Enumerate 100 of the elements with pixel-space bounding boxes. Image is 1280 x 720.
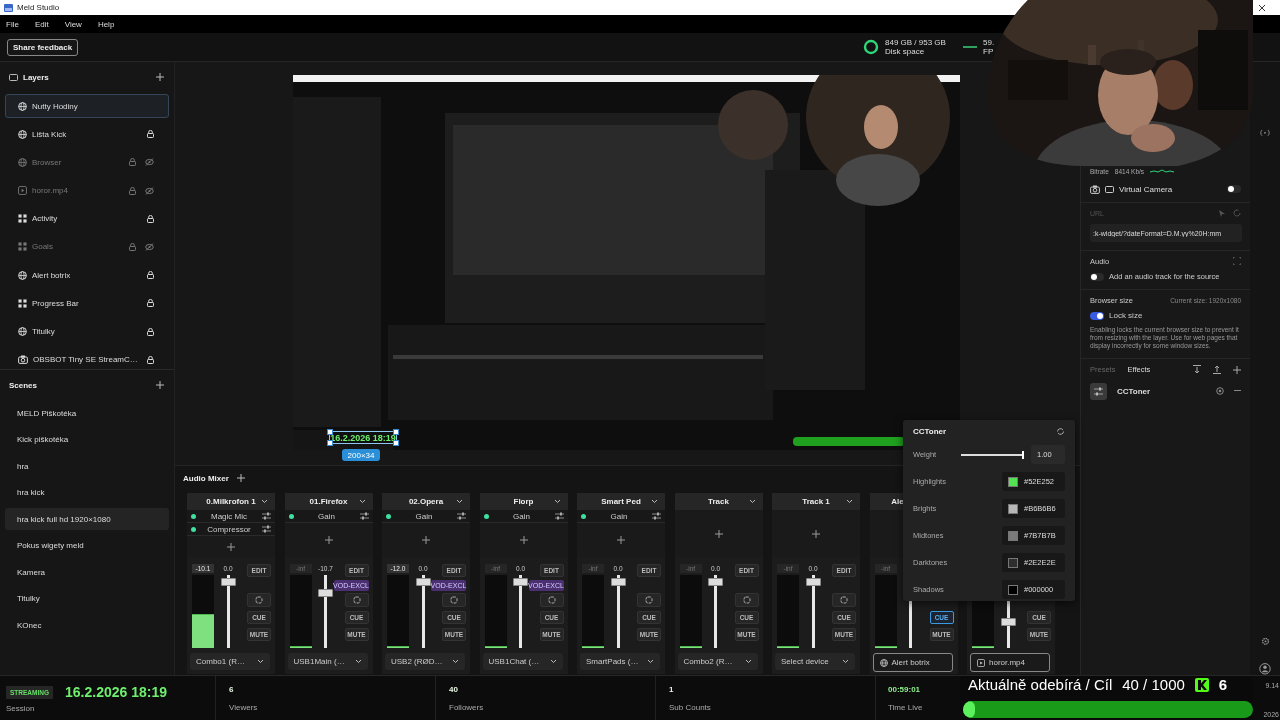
add-icon[interactable] (1233, 365, 1241, 374)
virtual-camera-toggle[interactable] (1227, 185, 1241, 193)
fader-knob[interactable] (805, 578, 821, 587)
add-effect-icon[interactable] (617, 536, 625, 544)
layer-item[interactable]: Progress Bar (5, 291, 169, 316)
scene-item[interactable]: hra kick full hd 1920×1080 (5, 508, 169, 530)
scene-item[interactable]: Kick piškotéka (5, 428, 169, 451)
hidden-eye-icon[interactable] (145, 242, 154, 251)
sliders-icon[interactable] (554, 512, 564, 520)
fader-knob[interactable] (513, 578, 528, 587)
add-effect-icon[interactable] (324, 536, 333, 544)
weight-slider[interactable] (961, 453, 1023, 456)
hidden-eye-icon[interactable] (145, 186, 154, 195)
menu-item[interactable]: File (6, 19, 19, 29)
layer-item[interactable]: Lišta Kick (5, 122, 169, 147)
loop-button[interactable] (832, 593, 856, 607)
effect-item[interactable]: CCToner (1081, 380, 1250, 402)
layer-item[interactable]: horor.mp4 (5, 178, 169, 203)
channel-header[interactable]: 0.Milkrofon 1 (187, 493, 275, 510)
sliders-icon[interactable] (652, 512, 661, 520)
fader-knob[interactable] (318, 589, 333, 598)
effect-row[interactable]: Gain (577, 510, 665, 523)
scene-item[interactable]: hra kick (5, 481, 169, 504)
loop-button[interactable] (247, 593, 271, 607)
menu-item[interactable]: View (64, 19, 82, 29)
lock-icon[interactable] (147, 355, 154, 364)
device-dropdown[interactable]: Combo2 (R… (677, 653, 758, 670)
fader-knob[interactable] (610, 578, 626, 587)
add-effect-icon[interactable] (519, 536, 528, 544)
add-effect-icon[interactable] (812, 529, 820, 538)
device-dropdown[interactable]: USB1Main (… (287, 653, 368, 670)
menu-item[interactable]: Help (97, 19, 115, 29)
device-dropdown[interactable]: Select device (775, 653, 855, 670)
effect-row[interactable]: Magic Mic (187, 510, 275, 523)
fader-knob[interactable] (220, 578, 236, 587)
scene-item[interactable]: Kamera (5, 561, 169, 583)
layer-item[interactable]: Nutty Hodiny (5, 94, 169, 118)
source-button[interactable]: Alert botrix (872, 653, 953, 672)
loop-button[interactable] (442, 593, 466, 607)
device-dropdown[interactable]: USB1Chat (… (482, 653, 563, 670)
loop-button[interactable] (637, 593, 661, 607)
effect-row[interactable]: Gain (382, 510, 470, 523)
effect-row[interactable]: Gain (284, 510, 373, 523)
lock-icon[interactable] (147, 271, 154, 280)
sliders-icon[interactable] (457, 512, 466, 520)
loop-button[interactable] (539, 593, 564, 607)
source-button[interactable]: horor.mp4 (970, 653, 1050, 672)
effect-row[interactable]: Gain (479, 510, 568, 523)
share-feedback-button[interactable]: Share feedback (7, 38, 79, 56)
close-icon[interactable] (1258, 3, 1266, 12)
cursor-icon[interactable] (1219, 209, 1225, 217)
channel-header[interactable]: Track 1 (772, 493, 860, 510)
lock-icon[interactable] (147, 214, 154, 223)
fader-knob[interactable] (1000, 618, 1016, 627)
fader-knob[interactable] (708, 578, 723, 587)
channel-header[interactable]: Florp (479, 493, 568, 510)
add-icon[interactable] (236, 474, 245, 482)
layer-item[interactable]: OBSBOT Tiny SE StreamC… (5, 347, 169, 369)
effect-row[interactable]: Compressor (187, 523, 275, 536)
add-effect-icon[interactable] (422, 536, 430, 544)
user-icon[interactable] (1259, 663, 1271, 675)
eye-icon[interactable] (1216, 387, 1224, 395)
loop-button[interactable] (344, 593, 369, 607)
device-dropdown[interactable]: USB2 (RØD… (385, 653, 465, 670)
sliders-icon[interactable] (262, 512, 271, 520)
lock-icon[interactable] (147, 299, 154, 308)
scene-item[interactable]: hra (5, 455, 169, 477)
add-effect-icon[interactable] (227, 542, 235, 551)
add-icon[interactable] (156, 381, 164, 389)
add-effect-icon[interactable] (714, 529, 723, 538)
selected-text-layer[interactable]: 16.2.2026 18:19 (329, 431, 397, 444)
reset-icon[interactable] (1056, 426, 1065, 436)
scene-item[interactable]: KOnec (5, 614, 169, 636)
channel-header[interactable]: Track (674, 493, 763, 510)
scene-item[interactable]: Titulky (5, 587, 169, 610)
hidden-eye-icon[interactable] (145, 158, 154, 167)
lock-icon[interactable] (147, 327, 154, 336)
menu-item[interactable]: Edit (34, 19, 49, 29)
fader-knob[interactable] (415, 578, 431, 587)
channel-header[interactable]: 02.Opera (382, 493, 470, 510)
loop-button[interactable] (734, 593, 759, 607)
lock-size-toggle[interactable] (1090, 311, 1104, 320)
sliders-icon[interactable] (262, 525, 271, 533)
export-icon[interactable] (1213, 365, 1221, 374)
layer-item[interactable]: Alert botrix (5, 263, 169, 288)
layer-item[interactable]: Browser (5, 150, 169, 175)
add-icon[interactable] (156, 73, 164, 81)
settings-icon[interactable] (1260, 636, 1270, 646)
layer-item[interactable]: Goals (5, 234, 169, 259)
lock-icon[interactable] (147, 130, 154, 139)
layer-item[interactable]: Activity (5, 206, 169, 231)
import-icon[interactable] (1193, 365, 1201, 374)
device-dropdown[interactable]: SmartPads (… (580, 653, 660, 670)
channel-header[interactable]: Smart Ped (577, 493, 665, 510)
layer-item[interactable]: Titulky (5, 319, 169, 344)
broadcast-icon[interactable] (1260, 129, 1270, 137)
channel-header[interactable]: 01.Firefox (284, 493, 373, 510)
scene-item[interactable]: MELD Piškotéka (5, 402, 169, 424)
audio-track-toggle[interactable] (1090, 272, 1104, 281)
sliders-icon[interactable] (359, 512, 369, 520)
